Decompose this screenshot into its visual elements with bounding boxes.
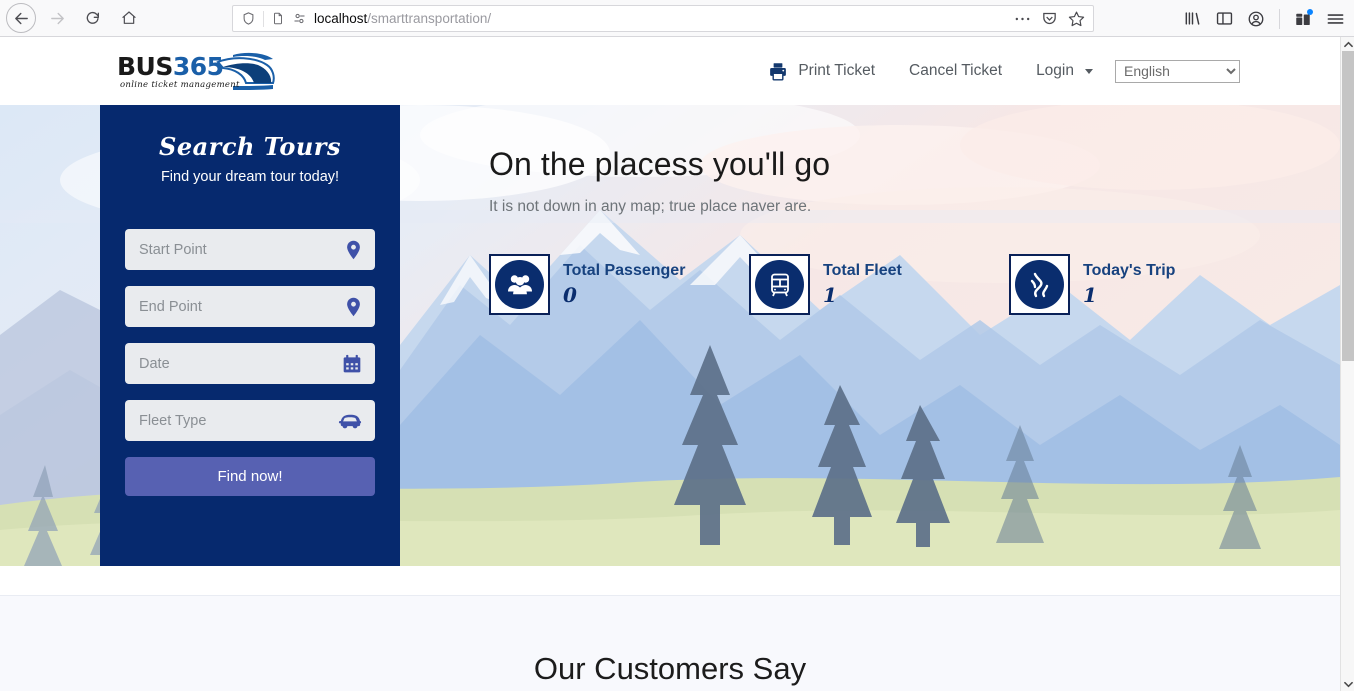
passengers-icon <box>495 260 544 309</box>
site-logo[interactable]: BUS365 online ticket management <box>115 45 280 97</box>
stat-label: Total Passenger <box>563 262 686 279</box>
road-icon <box>1015 260 1064 309</box>
page-icon[interactable] <box>271 11 285 26</box>
url-path: /smarttransportation/ <box>367 11 492 26</box>
url-host: localhost <box>314 11 368 26</box>
map-pin-icon <box>345 239 362 260</box>
logo-word-365: 365 <box>173 52 224 81</box>
start-point-input[interactable]: Start Point <box>125 229 375 270</box>
svg-text:BUS365: BUS365 <box>117 52 224 81</box>
hero-title: On the placess you'll go <box>489 146 831 182</box>
stat-value: 1 <box>823 283 837 307</box>
search-fields: Start Point End Point Date Fleet Type <box>100 229 400 441</box>
calendar-icon <box>342 354 362 374</box>
print-ticket-button[interactable]: Print Ticket <box>750 61 892 82</box>
fleet-type-placeholder: Fleet Type <box>139 412 207 429</box>
shield-icon[interactable] <box>241 11 256 26</box>
browser-toolbar: localhost/smarttransportation/ <box>0 0 1354 37</box>
printer-icon <box>767 61 789 82</box>
scroll-down-arrow[interactable] <box>1341 677 1354 691</box>
vehicle-icon <box>338 412 362 429</box>
map-pin-icon <box>345 296 362 317</box>
stat-todays-trip: Today's Trip 1 <box>1009 254 1175 315</box>
url-text: localhost/smarttransportation/ <box>314 11 491 26</box>
urlbar-actions <box>1014 10 1085 27</box>
pocket-icon[interactable] <box>1041 10 1058 27</box>
extensions-badge <box>1307 8 1313 15</box>
logo-tagline: online ticket management <box>120 80 240 90</box>
library-icon[interactable] <box>1177 4 1207 34</box>
stat-label: Today's Trip <box>1083 262 1176 279</box>
stat-text: Total Fleet 1 <box>823 262 902 307</box>
cancel-ticket-button[interactable]: Cancel Ticket <box>892 62 1019 80</box>
url-divider <box>263 10 264 27</box>
browser-nav-buttons <box>0 3 144 33</box>
stat-value: 0 <box>563 283 577 307</box>
stat-total-passenger: Total Passenger 0 <box>489 254 749 315</box>
browser-toolbar-right <box>1177 0 1350 37</box>
login-dropdown[interactable]: Login <box>1019 62 1110 80</box>
stat-text: Total Passenger 0 <box>563 262 685 307</box>
account-icon[interactable] <box>1241 4 1271 34</box>
scroll-up-arrow[interactable] <box>1341 37 1354 51</box>
scrollbar-thumb[interactable] <box>1342 51 1354 361</box>
sidebar-icon[interactable] <box>1209 4 1239 34</box>
date-placeholder: Date <box>139 355 170 372</box>
home-icon[interactable] <box>114 3 144 33</box>
date-input[interactable]: Date <box>125 343 375 384</box>
fleet-type-input[interactable]: Fleet Type <box>125 400 375 441</box>
search-panel-subtitle: Find your dream tour today! <box>160 169 340 185</box>
star-icon[interactable] <box>1068 10 1085 27</box>
testimonials-title: Our Customers Say <box>533 651 807 686</box>
hero-subtitle: It is not down in any map; true place na… <box>489 198 812 215</box>
login-label: Login <box>1036 62 1074 79</box>
extensions-icon[interactable] <box>1288 4 1318 34</box>
print-ticket-label: Print Ticket <box>798 62 876 79</box>
site-header: BUS365 online ticket management Print Ti… <box>0 37 1340 105</box>
end-point-placeholder: End Point <box>139 298 202 315</box>
stat-label: Total Fleet <box>823 262 902 279</box>
logo-word-bus: BUS <box>117 52 173 81</box>
section-spacer <box>0 566 1340 595</box>
ellipsis-icon[interactable] <box>1014 16 1031 22</box>
main-nav: Print Ticket Cancel Ticket Login English <box>750 37 1240 105</box>
stat-total-fleet: Total Fleet 1 <box>749 254 1009 315</box>
stat-text: Today's Trip 1 <box>1083 262 1175 307</box>
vertical-scrollbar[interactable] <box>1340 37 1354 691</box>
stat-badge <box>749 254 810 315</box>
stat-badge <box>489 254 550 315</box>
hero-section: Search Tours Find your dream tour today!… <box>0 105 1340 566</box>
hero-stats: Total Passenger 0 Total Fleet 1 Today's … <box>489 254 1175 315</box>
stat-value: 1 <box>1083 283 1097 307</box>
chevron-down-icon <box>1085 68 1093 74</box>
hero-content: On the placess you'll go It is not down … <box>489 105 1175 315</box>
stat-badge <box>1009 254 1070 315</box>
page-viewport: BUS365 online ticket management Print Ti… <box>0 37 1340 691</box>
bus-icon <box>755 260 804 309</box>
permissions-icon[interactable] <box>292 11 307 26</box>
hamburger-menu-icon[interactable] <box>1320 4 1350 34</box>
search-tours-panel: Search Tours Find your dream tour today!… <box>100 105 400 566</box>
testimonials-section: Our Customers Say <box>0 595 1340 691</box>
language-select[interactable]: English <box>1115 59 1240 83</box>
cancel-ticket-label: Cancel Ticket <box>909 62 1003 79</box>
find-now-button[interactable]: Find now! <box>125 457 375 496</box>
start-point-placeholder: Start Point <box>139 241 207 258</box>
reload-icon[interactable] <box>78 3 108 33</box>
forward-arrow-icon[interactable] <box>42 3 72 33</box>
toolbar-divider <box>1279 8 1280 29</box>
search-panel-title: Search Tours <box>159 132 341 161</box>
back-arrow-icon[interactable] <box>6 3 36 33</box>
end-point-input[interactable]: End Point <box>125 286 375 327</box>
url-bar[interactable]: localhost/smarttransportation/ <box>232 5 1094 32</box>
